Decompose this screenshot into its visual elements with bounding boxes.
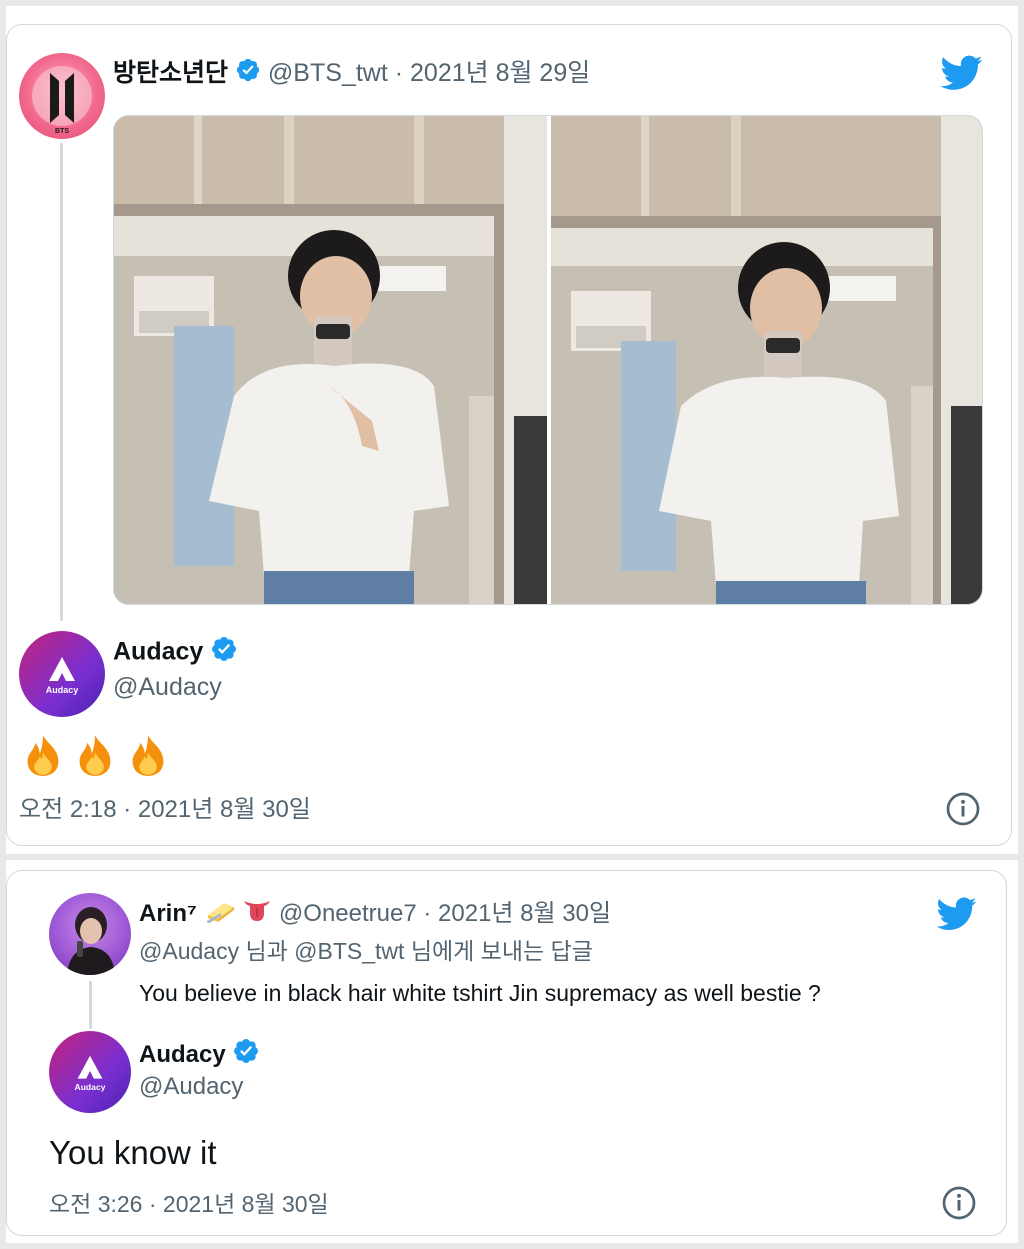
reply-to-context[interactable]: @Audacy 님과 @BTS_twt 님에게 보내는 답글 — [139, 935, 593, 967]
reply-author-line: Audacy — [113, 635, 238, 671]
tweet-timestamp[interactable]: 오전 2:18 · 2021년 8월 30일 — [19, 795, 311, 825]
thread-line — [89, 981, 92, 1029]
author-name[interactable]: Audacy — [113, 638, 203, 666]
fire-emoji-icon — [132, 735, 164, 776]
bts-avatar-label: BTS — [55, 128, 69, 135]
photo-grid — [113, 115, 983, 605]
avatar-audacy[interactable]: Audacy — [49, 1031, 131, 1113]
info-icon[interactable] — [941, 1185, 977, 1226]
screenshot-panel-top: BTS 방탄소년단 @BTS_twt · 2021년 8월 29일 Audacy… — [6, 6, 1018, 854]
avatar-arin[interactable] — [49, 893, 131, 975]
audacy-logo-icon: Audacy — [46, 657, 79, 695]
twitter-bird-icon[interactable] — [936, 897, 977, 936]
reply-author-line: Audacy — [139, 1037, 260, 1074]
embedded-tweet-card: BTS 방탄소년단 @BTS_twt · 2021년 8월 29일 Audacy… — [6, 24, 1012, 846]
author-handle[interactable]: @BTS_twt — [268, 59, 388, 87]
tweet-timestamp[interactable]: 오전 3:26 · 2021년 8월 30일 — [49, 1189, 329, 1219]
tweet-photo-2[interactable] — [551, 116, 982, 604]
author-handle[interactable]: @Audacy — [139, 1071, 243, 1103]
author-name[interactable]: Audacy — [139, 1041, 226, 1068]
tongue-emoji-icon — [242, 897, 272, 932]
bts-logo-icon: BTS — [32, 66, 92, 135]
author-name[interactable]: 방탄소년단 — [113, 59, 228, 87]
tweet-photo-1[interactable] — [114, 116, 547, 604]
tweet-body: You believe in black hair white tshirt J… — [139, 980, 821, 1006]
twitter-bird-icon[interactable] — [940, 55, 983, 96]
screenshot-panel-bottom: Arin⁷ @Oneetrue7 · 2021년 8월 30일 @Audacy … — [6, 860, 1018, 1243]
audacy-avatar-label: Audacy — [46, 685, 79, 695]
author-handle[interactable]: @Audacy — [113, 671, 222, 703]
verified-badge-icon — [235, 57, 261, 91]
tweet-header: 방탄소년단 @BTS_twt · 2021년 8월 29일 — [113, 57, 590, 91]
avatar-audacy[interactable]: Audacy — [19, 631, 105, 717]
embedded-tweet-card: Arin⁷ @Oneetrue7 · 2021년 8월 30일 @Audacy … — [6, 870, 1007, 1236]
butter-emoji-icon — [204, 897, 236, 932]
thread-line — [60, 143, 63, 621]
fire-emoji-icon — [27, 735, 59, 776]
user-photo-icon — [67, 907, 115, 975]
mirror-selfie-image — [114, 116, 547, 604]
fire-emoji-icon — [80, 735, 111, 776]
verified-badge-icon — [232, 1037, 260, 1074]
mirror-selfie-image — [551, 116, 982, 604]
avatar-bts[interactable]: BTS — [19, 53, 105, 139]
info-icon[interactable] — [945, 791, 981, 832]
tweet-body: You know it — [49, 1134, 217, 1171]
tweet-date[interactable]: · 2021년 8월 29일 — [395, 59, 591, 87]
tweet-header: Arin⁷ @Oneetrue7 · 2021년 8월 30일 — [139, 897, 611, 932]
audacy-avatar-label: Audacy — [75, 1082, 106, 1092]
audacy-logo-icon: Audacy — [75, 1055, 106, 1092]
reply-body-emojis — [21, 733, 174, 779]
tweet-date[interactable]: · 2021년 8월 30일 — [423, 900, 611, 927]
author-handle[interactable]: @Oneetrue7 — [279, 900, 417, 927]
verified-badge-icon — [210, 635, 238, 671]
author-name[interactable]: Arin⁷ — [139, 900, 197, 927]
